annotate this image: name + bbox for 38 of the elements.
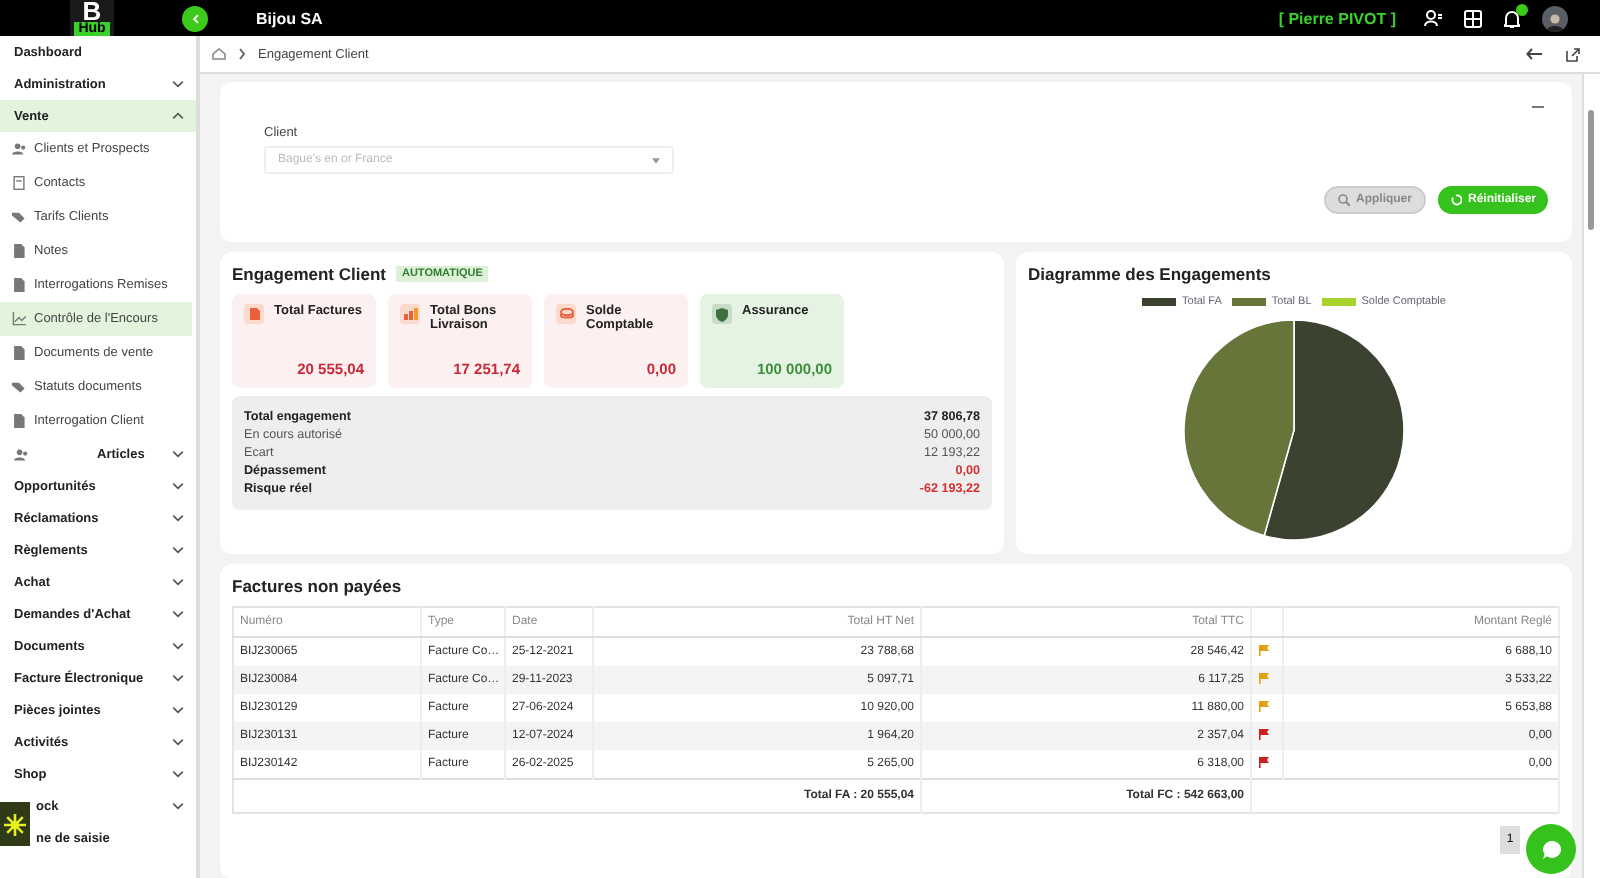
card-title: Factures non payées — [232, 576, 402, 596]
avatar[interactable] — [1542, 5, 1568, 31]
legend-swatch — [1321, 298, 1356, 306]
document-icon — [249, 308, 259, 320]
chevron-icon — [238, 48, 246, 60]
contact-card-icon — [12, 176, 26, 190]
coins-icon — [559, 308, 573, 320]
chevron-left-icon — [191, 13, 199, 23]
bell-icon[interactable] — [1504, 9, 1520, 27]
people-icon — [14, 447, 28, 461]
back-arrow-icon[interactable] — [1526, 48, 1542, 60]
card-title: Diagramme des Engagements — [1028, 264, 1271, 284]
reset-icon — [1449, 194, 1462, 206]
tag-icon — [12, 380, 26, 394]
grid-icon[interactable] — [1464, 9, 1482, 27]
people-icon — [12, 142, 26, 156]
notification-badge — [1516, 3, 1528, 15]
line-chart-icon — [12, 312, 26, 326]
chat-icon — [1541, 839, 1561, 859]
sun-icon[interactable] — [0, 802, 30, 846]
card-title: Engagement Client — [232, 264, 386, 284]
document-icon — [12, 278, 26, 292]
search-icon — [1337, 194, 1350, 206]
caret-icon — [652, 157, 660, 163]
sidebar-toggle-button[interactable] — [182, 5, 208, 31]
company-name: Bijou SA — [256, 9, 323, 27]
share-icon[interactable] — [1566, 47, 1580, 61]
shield-icon — [716, 307, 728, 321]
document-icon — [12, 414, 26, 428]
tag-icon — [12, 210, 26, 224]
legend-swatch — [1142, 298, 1177, 306]
bar-chart-icon — [403, 308, 417, 320]
legend-swatch — [1231, 298, 1266, 306]
home-icon[interactable] — [212, 48, 226, 60]
user-name: [ Pierre PIVOT ] — [1278, 9, 1396, 27]
document-icon — [12, 244, 26, 258]
user-icon[interactable] — [1424, 10, 1442, 26]
document-icon — [12, 346, 26, 360]
